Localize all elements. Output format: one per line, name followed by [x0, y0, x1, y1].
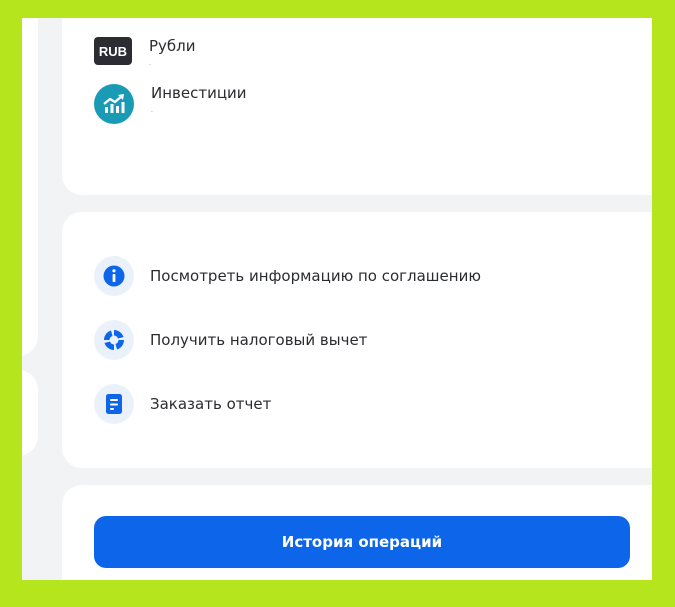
action-label: Посмотреть информацию по соглашению: [150, 267, 481, 285]
account-name: Инвестиции: [151, 84, 247, 102]
actions-card: Посмотреть информацию по соглашению Полу…: [62, 212, 652, 468]
account-item-investments[interactable]: Инвестиции ·: [94, 84, 247, 124]
account-name: Рубли: [149, 37, 196, 55]
side-card-partial: [22, 370, 38, 456]
info-icon: [94, 256, 134, 296]
app-frame: RUB Рубли · Инвестиции · Посмотреть инфо…: [22, 18, 652, 580]
operation-history-button[interactable]: История операций: [94, 516, 630, 568]
tax-deduction-link[interactable]: Получить налоговый вычет: [94, 320, 367, 360]
side-card-partial: [22, 18, 38, 356]
history-card: История операций: [62, 485, 652, 580]
account-text: Рубли ·: [149, 37, 196, 71]
action-label: Заказать отчет: [150, 395, 272, 413]
agreement-info-link[interactable]: Посмотреть информацию по соглашению: [94, 256, 481, 296]
accounts-card: RUB Рубли · Инвестиции ·: [62, 18, 652, 195]
account-text: Инвестиции ·: [151, 84, 247, 118]
investment-chart-icon: [94, 84, 134, 124]
document-icon: [94, 384, 134, 424]
action-label: Получить налоговый вычет: [150, 331, 368, 349]
order-report-link[interactable]: Заказать отчет: [94, 384, 271, 424]
tax-deduction-icon: [94, 320, 134, 360]
rub-currency-badge: RUB: [94, 37, 132, 65]
account-balance: ·: [149, 62, 151, 69]
account-item-rub[interactable]: RUB Рубли ·: [94, 37, 196, 71]
account-balance: ·: [151, 109, 153, 116]
